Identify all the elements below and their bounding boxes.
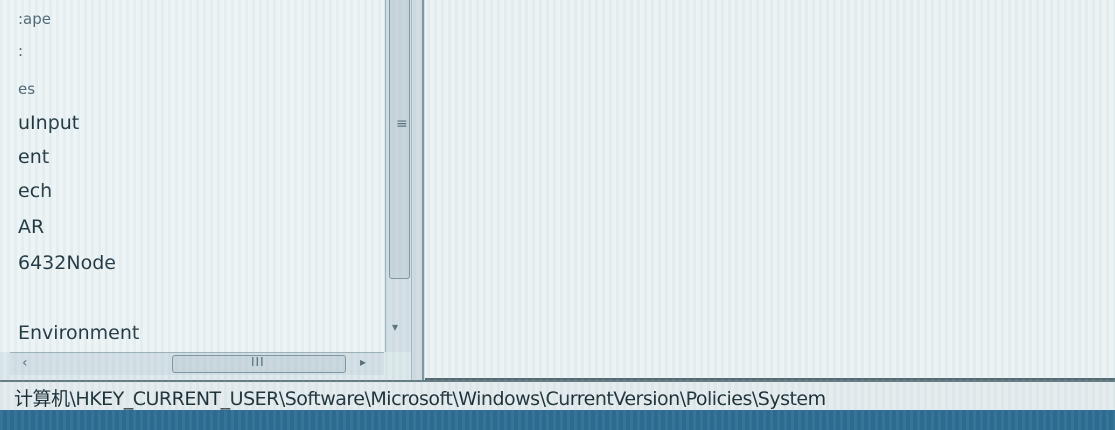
scroll-down-arrow-icon[interactable]: ▾ bbox=[392, 320, 398, 334]
tree-item-uinput[interactable]: uInput bbox=[18, 112, 79, 134]
tree-item-ent[interactable]: ent bbox=[18, 146, 49, 168]
tree-item-environment[interactable]: Environment bbox=[18, 322, 139, 344]
registry-key-tree[interactable]: :ape : es uInput ent ech AR 6432Node Env… bbox=[0, 0, 384, 352]
tree-item-partial[interactable]: : bbox=[18, 40, 23, 62]
tree-item-ape[interactable]: :ape bbox=[18, 8, 51, 30]
tree-item-es[interactable]: es bbox=[18, 78, 35, 100]
tree-item-wow6432node[interactable]: 6432Node bbox=[18, 252, 116, 274]
tree-horizontal-scrollbar[interactable]: ‹ III ▸ bbox=[10, 352, 384, 375]
registry-values-pane[interactable] bbox=[425, 0, 1115, 380]
tree-item-ech[interactable]: ech bbox=[18, 180, 52, 202]
tree-vertical-scrollbar[interactable]: ≡ ▾ bbox=[385, 0, 412, 352]
status-bar: 计算机\HKEY_CURRENT_USER\Software\Microsoft… bbox=[0, 380, 1115, 412]
scroll-right-arrow-icon[interactable]: ▸ bbox=[360, 355, 366, 369]
grip-icon: III bbox=[251, 355, 265, 369]
taskbar-edge bbox=[0, 410, 1115, 430]
grip-icon: ≡ bbox=[396, 116, 408, 132]
vertical-scroll-thumb[interactable]: ≡ bbox=[389, 0, 410, 279]
splitter-divider bbox=[422, 0, 424, 380]
registry-path-text: 计算机\HKEY_CURRENT_USER\Software\Microsoft… bbox=[14, 388, 826, 410]
tree-item-ar[interactable]: AR bbox=[18, 216, 44, 238]
horizontal-scroll-thumb[interactable]: III bbox=[172, 355, 346, 373]
scroll-left-arrow-icon[interactable]: ‹ bbox=[22, 355, 28, 371]
